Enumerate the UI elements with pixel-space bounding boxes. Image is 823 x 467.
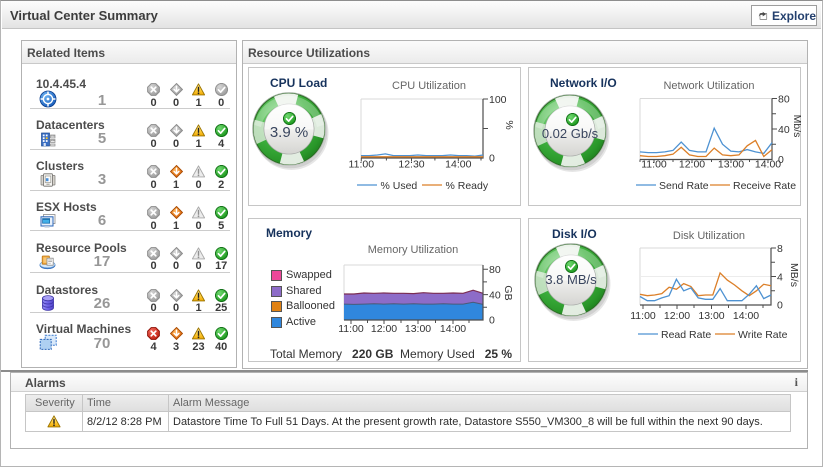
- svg-text:11:00: 11:00: [630, 310, 656, 322]
- svg-text:12:00: 12:00: [679, 159, 705, 171]
- svg-text:13:00: 13:00: [698, 310, 724, 322]
- svg-text:14:00: 14:00: [733, 310, 759, 322]
- svg-text:GB: GB: [502, 285, 514, 300]
- svg-text:12:00: 12:00: [371, 323, 397, 335]
- svg-text:Send Rate: Send Rate: [659, 180, 709, 192]
- svg-text:14:00: 14:00: [445, 159, 471, 171]
- svg-text:12:00: 12:00: [664, 310, 690, 322]
- svg-text:4: 4: [777, 272, 783, 284]
- svg-text:0: 0: [489, 153, 495, 165]
- svg-text:13:00: 13:00: [405, 323, 431, 335]
- svg-text:40: 40: [489, 290, 501, 302]
- svg-text:% Used: % Used: [381, 180, 418, 192]
- svg-text:12:30: 12:30: [398, 159, 424, 171]
- svg-text:14:00: 14:00: [755, 159, 781, 171]
- svg-text:40: 40: [778, 124, 790, 136]
- svg-text:11:00: 11:00: [338, 323, 364, 335]
- svg-text:MB/s: MB/s: [788, 263, 800, 287]
- svg-text:8: 8: [777, 243, 783, 255]
- svg-text:Mb/s: Mb/s: [791, 115, 801, 138]
- svg-text:11:00: 11:00: [641, 159, 667, 171]
- svg-text:% Ready: % Ready: [446, 180, 489, 192]
- svg-text:%: %: [503, 120, 515, 129]
- svg-text:11:00: 11:00: [349, 159, 375, 171]
- svg-text:Read Rate: Read Rate: [661, 329, 711, 341]
- svg-text:80: 80: [778, 94, 790, 106]
- svg-text:Write Rate: Write Rate: [738, 329, 788, 341]
- svg-text:13:00: 13:00: [718, 159, 744, 171]
- svg-text:0: 0: [489, 315, 495, 327]
- svg-text:100: 100: [489, 94, 507, 106]
- svg-text:14:00: 14:00: [440, 323, 466, 335]
- svg-text:Receive Rate: Receive Rate: [733, 180, 796, 192]
- svg-text:0: 0: [777, 300, 783, 312]
- svg-text:80: 80: [489, 264, 501, 276]
